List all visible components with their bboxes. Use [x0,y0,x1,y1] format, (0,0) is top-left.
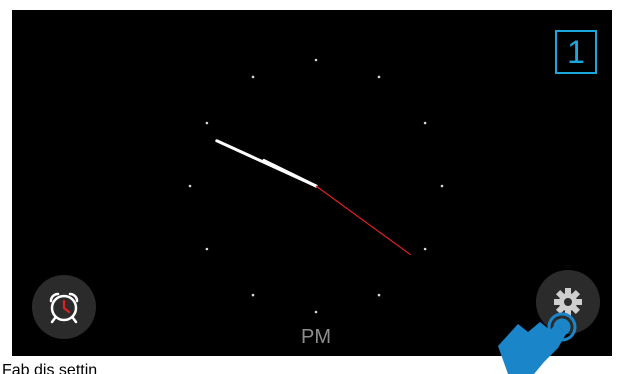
alarm-clock-icon [49,292,79,324]
second-hand [315,185,412,256]
alarm-button[interactable] [32,275,96,339]
caption-text: Fab dis settin [2,362,98,374]
tapping-hand-icon [498,312,577,374]
page-number-badge: 1 [555,30,597,74]
hour-marker-dot [314,310,318,314]
hour-marker-dot [205,247,209,251]
hour-marker-dot [251,293,255,297]
hour-marker-dot [251,75,255,79]
hour-marker-dot [314,58,318,62]
hour-marker-dot [188,184,192,188]
hour-marker-dot [377,75,381,79]
hour-marker-dot [423,247,427,251]
hour-marker-dot [205,121,209,125]
am-pm-indicator: PM [301,326,331,348]
hour-marker-dot [377,293,381,297]
hour-marker-dot [423,121,427,125]
minute-hand [215,139,318,188]
hour-marker-dot [440,184,444,188]
app-window: 1 PM Fab dis settin [0,0,624,374]
